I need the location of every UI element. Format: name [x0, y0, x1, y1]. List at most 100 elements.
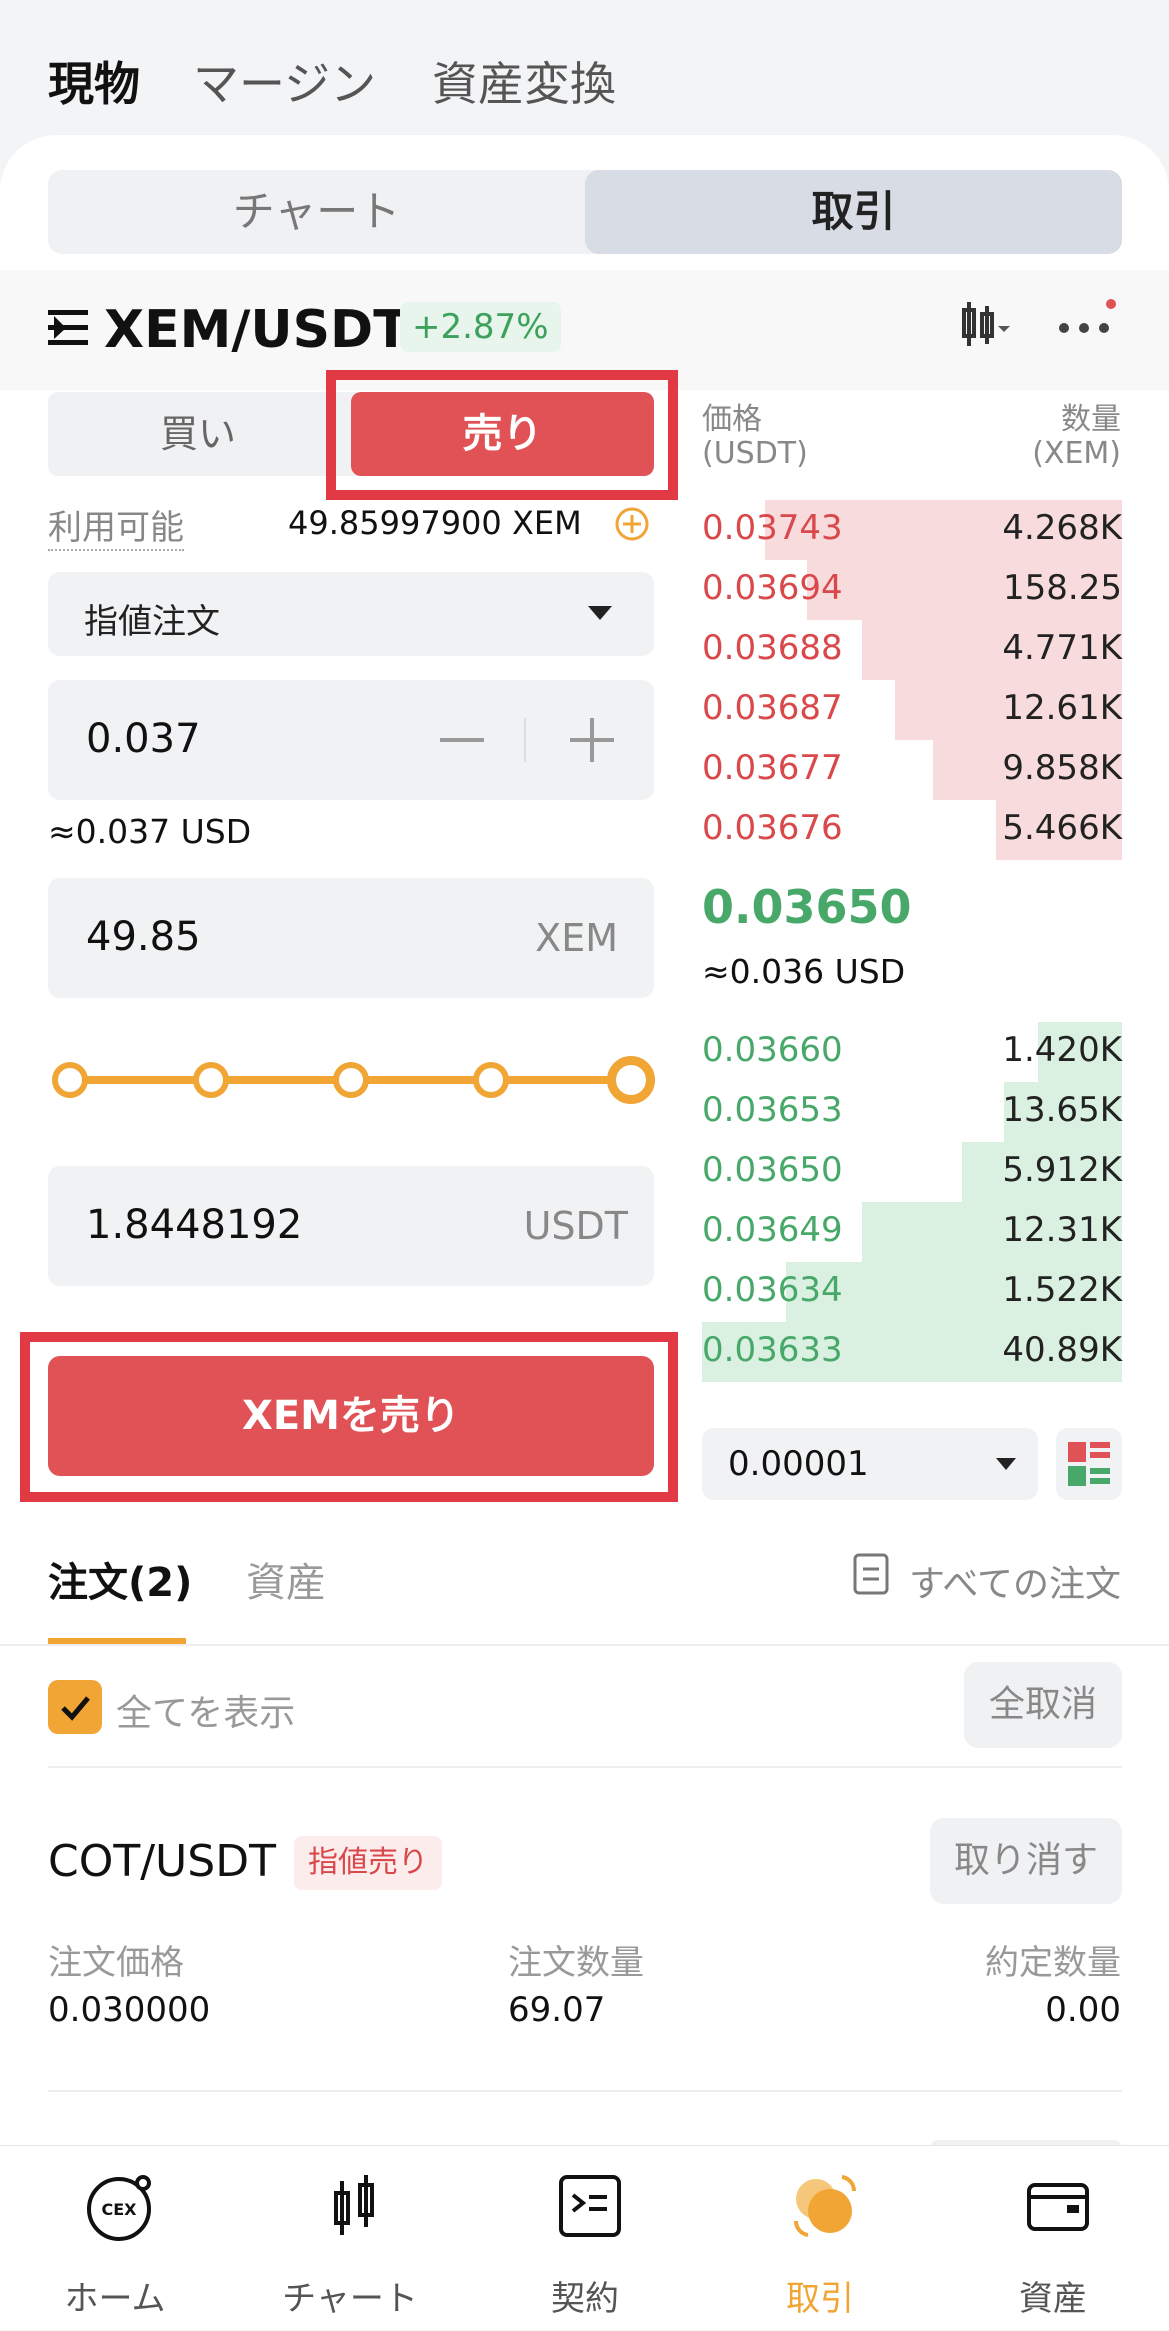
row-qty: 4.771K	[1002, 628, 1122, 668]
slider-stop-50[interactable]	[333, 1062, 369, 1098]
menu-list-icon[interactable]	[48, 308, 92, 348]
amount-unit: XEM	[535, 916, 618, 960]
slider-stop-0[interactable]	[52, 1062, 88, 1098]
available-label: 利用可能	[48, 500, 184, 551]
nav-label: 資産	[1019, 2279, 1087, 2319]
svg-text:CEX: CEX	[101, 2200, 137, 2219]
price-value: 0.037	[86, 716, 201, 762]
ask-row[interactable]: 0.03743 4.268K	[702, 500, 1122, 560]
price-usd-equivalent: ≈0.037 USD	[48, 812, 252, 851]
ask-row[interactable]: 0.03687 12.61K	[702, 680, 1122, 740]
ask-row[interactable]: 0.03688 4.771K	[702, 620, 1122, 680]
slider-handle[interactable]	[607, 1056, 655, 1104]
more-options-icon[interactable]	[1056, 296, 1120, 346]
checkmark-icon	[61, 1696, 90, 1721]
row-qty: 5.912K	[1002, 1150, 1122, 1190]
tab-spot[interactable]: 現物	[48, 48, 140, 114]
total-input[interactable]: 1.8448192 USDT	[48, 1166, 654, 1286]
add-funds-icon[interactable]	[614, 506, 650, 542]
nav-assets[interactable]: 資産	[958, 2146, 1148, 2331]
row-qty: 1.522K	[1002, 1270, 1122, 1310]
nav-home[interactable]: CEX ホーム	[20, 2146, 210, 2331]
order-price-header: 注文価格	[48, 1943, 184, 1983]
pair-title[interactable]: XEM/USDT	[104, 300, 409, 360]
order-pair: COT/USDT	[48, 1836, 276, 1887]
row-qty: 9.858K	[1002, 748, 1122, 788]
row-qty: 12.61K	[1002, 688, 1122, 728]
tab-orders[interactable]: 注文(2)	[48, 1550, 192, 1608]
row-price: 0.03653	[702, 1090, 843, 1130]
highlight-sell-button	[20, 1332, 678, 1502]
row-qty: 4.268K	[1002, 508, 1122, 548]
last-price: 0.03650	[702, 880, 912, 934]
nav-label: 契約	[551, 2279, 619, 2319]
order-type-value: 指値注文	[84, 602, 220, 642]
cancel-all-button[interactable]: 全取消	[964, 1662, 1122, 1748]
candlestick-icon	[334, 2175, 374, 2235]
order-price: 0.030000	[48, 1990, 211, 2030]
bid-row[interactable]: 0.03633 40.89K	[702, 1322, 1122, 1382]
row-qty: 40.89K	[1002, 1330, 1122, 1370]
nav-label: 取引	[786, 2279, 854, 2319]
row-qty: 1.420K	[1002, 1030, 1122, 1070]
ob-price-unit: (USDT)	[702, 436, 808, 471]
row-price: 0.03688	[702, 628, 843, 668]
order-filled: 0.00	[1045, 1990, 1121, 2030]
tab-convert[interactable]: 資産変換	[432, 48, 616, 114]
decrease-price-icon[interactable]	[438, 720, 486, 760]
candlestick-settings-icon[interactable]	[958, 300, 1014, 350]
show-all-checkbox[interactable]	[48, 1680, 102, 1734]
last-price-usd: ≈0.036 USD	[702, 952, 906, 991]
bid-row[interactable]: 0.03650 5.912K	[702, 1142, 1122, 1202]
available-balance: 49.85997900 XEM	[288, 504, 582, 542]
nav-label: ホーム	[64, 2279, 166, 2319]
ask-row[interactable]: 0.03694 158.25	[702, 560, 1122, 620]
nav-trade[interactable]: 取引	[725, 2146, 915, 2331]
price-change-badge: +2.87%	[400, 302, 561, 352]
ob-qty-unit: (XEM)	[1032, 436, 1121, 471]
order-qty-header: 注文数量	[508, 1943, 644, 1983]
all-orders-link[interactable]: すべての注文	[909, 1555, 1121, 1607]
ob-qty-header: 数量	[1061, 402, 1121, 437]
increase-price-icon[interactable]	[568, 716, 616, 764]
divider	[0, 1644, 1169, 1646]
highlight-sell-tab	[326, 370, 678, 500]
show-all-label: 全てを表示	[116, 1693, 296, 1734]
row-qty: 5.466K	[1002, 808, 1122, 848]
precision-select[interactable]: 0.00001	[702, 1428, 1038, 1500]
ask-row[interactable]: 0.03677 9.858K	[702, 740, 1122, 800]
nav-contract[interactable]: 契約	[490, 2146, 680, 2331]
slider-stop-75[interactable]	[473, 1062, 509, 1098]
cancel-order-button[interactable]: 取り消す	[930, 1818, 1122, 1904]
row-price: 0.03649	[702, 1210, 843, 1250]
bid-row[interactable]: 0.03660 1.420K	[702, 1022, 1122, 1082]
orderbook-layout-button[interactable]	[1056, 1428, 1122, 1500]
stepper-divider	[524, 718, 526, 762]
row-qty: 158.25	[1003, 568, 1122, 608]
row-qty: 12.31K	[1002, 1210, 1122, 1250]
tab-assets[interactable]: 資産	[246, 1550, 326, 1608]
order-qty: 69.07	[508, 1990, 606, 2030]
amount-input[interactable]: 49.85 XEM	[48, 878, 654, 998]
row-price: 0.03677	[702, 748, 843, 788]
segment-chart[interactable]: チャート	[48, 170, 585, 254]
row-price: 0.03633	[702, 1330, 843, 1370]
nav-chart[interactable]: チャート	[255, 2146, 445, 2331]
price-input[interactable]: 0.037	[48, 680, 654, 800]
buy-tab[interactable]: 買い	[48, 392, 348, 476]
row-price: 0.03660	[702, 1030, 843, 1070]
tab-margin[interactable]: マージン	[193, 48, 376, 114]
bid-row[interactable]: 0.03649 12.31K	[702, 1202, 1122, 1262]
segment-trade[interactable]: 取引	[585, 170, 1122, 254]
order-filled-header: 約定数量	[985, 1943, 1121, 1983]
bid-row[interactable]: 0.03634 1.522K	[702, 1262, 1122, 1322]
total-value: 1.8448192	[86, 1202, 303, 1248]
slider-stop-25[interactable]	[193, 1062, 229, 1098]
bid-row[interactable]: 0.03653 13.65K	[702, 1082, 1122, 1142]
ask-row[interactable]: 0.03676 5.466K	[702, 800, 1122, 860]
precision-value: 0.00001	[728, 1444, 869, 1484]
ob-price-header: 価格	[702, 402, 762, 437]
row-price: 0.03676	[702, 808, 843, 848]
order-type-select[interactable]: 指値注文	[48, 572, 654, 656]
trade-icon	[793, 2175, 857, 2237]
